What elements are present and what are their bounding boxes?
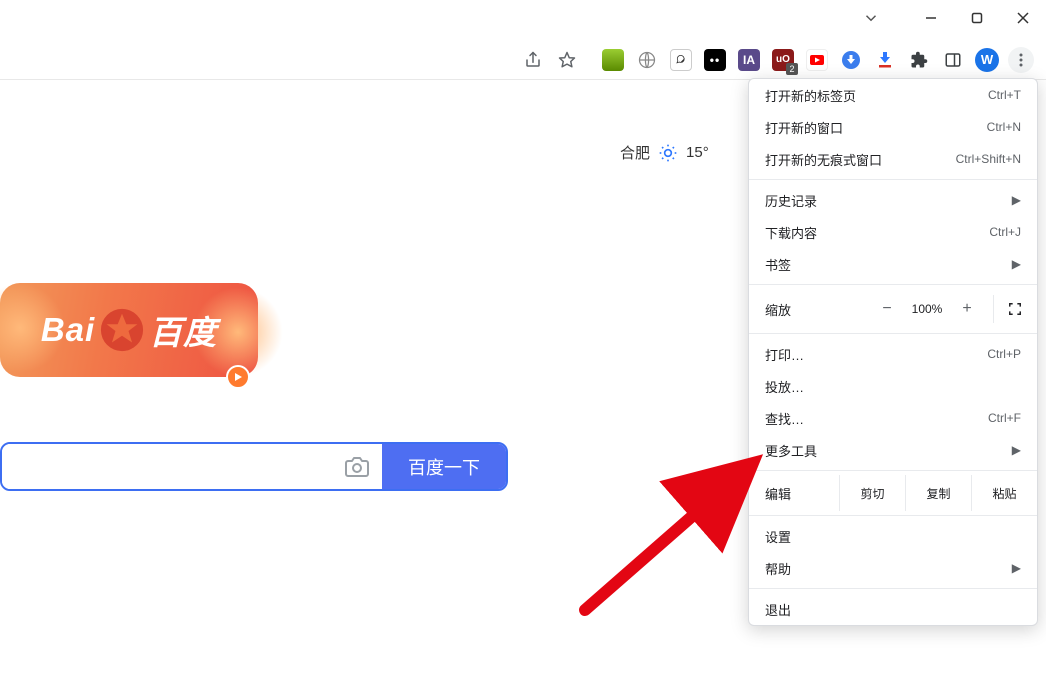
fullscreen-button[interactable] — [993, 295, 1025, 323]
side-panel-icon[interactable] — [940, 47, 966, 73]
browser-main-menu: 打开新的标签页 Ctrl+T 打开新的窗口 Ctrl+N 打开新的无痕式窗口 C… — [748, 78, 1038, 626]
profile-avatar[interactable]: W — [974, 47, 1000, 73]
extension-download-arrow-icon[interactable] — [872, 47, 898, 73]
menu-label: 帮助 — [765, 559, 791, 578]
menu-exit[interactable]: 退出 — [749, 593, 1037, 625]
menu-label: 打印… — [765, 345, 804, 364]
menu-label: 打开新的标签页 — [765, 86, 856, 105]
window-controls — [848, 0, 1046, 36]
menu-label: 设置 — [765, 527, 791, 546]
weather-temp: 15° — [686, 144, 709, 161]
menu-label: 下载内容 — [765, 223, 817, 242]
tab-dropdown-button[interactable] — [848, 0, 894, 36]
chevron-right-icon: ▶ — [1012, 561, 1021, 575]
edit-copy-button[interactable]: 复制 — [905, 475, 971, 511]
menu-label: 打开新的窗口 — [765, 118, 843, 137]
baidu-logo-left: Bai — [41, 311, 95, 349]
menu-new-tab[interactable]: 打开新的标签页 Ctrl+T — [749, 79, 1037, 111]
menu-shortcut: Ctrl+J — [989, 225, 1021, 239]
menu-new-window[interactable]: 打开新的窗口 Ctrl+N — [749, 111, 1037, 143]
menu-settings[interactable]: 设置 — [749, 520, 1037, 552]
menu-label: 投放… — [765, 377, 804, 396]
zoom-out-button[interactable]: − — [871, 295, 903, 323]
edit-paste-button[interactable]: 粘贴 — [971, 475, 1037, 511]
menu-zoom: 缩放 − 100% + — [749, 289, 1037, 329]
more-menu-button[interactable] — [1008, 47, 1034, 73]
menu-new-incognito[interactable]: 打开新的无痕式窗口 Ctrl+Shift+N — [749, 143, 1037, 175]
menu-help[interactable]: 帮助 ▶ — [749, 552, 1037, 584]
menu-label: 书签 — [765, 255, 791, 274]
menu-label: 编辑 — [749, 475, 839, 511]
search-bar: 百度一下 — [0, 442, 508, 491]
menu-separator — [749, 588, 1037, 589]
share-icon[interactable] — [520, 47, 546, 73]
extension-globe-icon[interactable] — [634, 47, 660, 73]
sun-icon — [658, 143, 678, 163]
zoom-value: 100% — [903, 302, 951, 316]
menu-separator — [749, 515, 1037, 516]
menu-label: 打开新的无痕式窗口 — [765, 150, 882, 169]
menu-separator — [749, 179, 1037, 180]
maximize-button[interactable] — [954, 0, 1000, 36]
menu-label: 退出 — [765, 600, 791, 619]
extension-ublock-icon[interactable]: uO2 — [770, 47, 796, 73]
extension-dots-icon[interactable]: •• — [702, 47, 728, 73]
extension-youtube-icon[interactable] — [804, 47, 830, 73]
extension-download-circle-icon[interactable] — [838, 47, 864, 73]
menu-downloads[interactable]: 下载内容 Ctrl+J — [749, 216, 1037, 248]
extensions-puzzle-icon[interactable] — [906, 47, 932, 73]
menu-find[interactable]: 查找… Ctrl+F — [749, 402, 1037, 434]
extension-chat-icon[interactable] — [668, 47, 694, 73]
menu-shortcut: Ctrl+F — [988, 411, 1021, 425]
baidu-logo[interactable]: Bai 百度 — [0, 283, 258, 377]
menu-separator — [749, 333, 1037, 334]
menu-separator — [749, 284, 1037, 285]
baidu-logo-right: 百度 — [149, 306, 217, 354]
weather-city: 合肥 — [620, 142, 650, 163]
menu-print[interactable]: 打印… Ctrl+P — [749, 338, 1037, 370]
menu-label: 查找… — [765, 409, 804, 428]
zoom-in-button[interactable]: + — [951, 295, 983, 323]
menu-cast[interactable]: 投放… — [749, 370, 1037, 402]
chevron-right-icon: ▶ — [1012, 257, 1021, 271]
chevron-right-icon: ▶ — [1012, 443, 1021, 457]
camera-icon[interactable] — [332, 444, 382, 489]
play-icon[interactable] — [226, 365, 250, 389]
menu-label: 历史记录 — [765, 191, 817, 210]
menu-label: 更多工具 — [765, 441, 817, 460]
minimize-button[interactable] — [908, 0, 954, 36]
bookmark-star-icon[interactable] — [554, 47, 580, 73]
menu-shortcut: Ctrl+N — [987, 120, 1021, 134]
menu-edit: 编辑 剪切 复制 粘贴 — [749, 475, 1037, 511]
browser-toolbar: •• IA uO2 W — [0, 40, 1046, 80]
weather-widget[interactable]: 合肥 15° — [620, 142, 709, 163]
star-icon — [99, 307, 145, 353]
menu-label: 缩放 — [765, 300, 871, 319]
chevron-right-icon: ▶ — [1012, 193, 1021, 207]
extension-gallery-icon[interactable] — [600, 47, 626, 73]
menu-bookmarks[interactable]: 书签 ▶ — [749, 248, 1037, 280]
extension-ia-icon[interactable]: IA — [736, 47, 762, 73]
close-window-button[interactable] — [1000, 0, 1046, 36]
extension-badge: 2 — [786, 63, 798, 75]
menu-more-tools[interactable]: 更多工具 ▶ — [749, 434, 1037, 466]
menu-shortcut: Ctrl+P — [987, 347, 1021, 361]
menu-separator — [749, 470, 1037, 471]
search-button[interactable]: 百度一下 — [382, 444, 506, 489]
menu-shortcut: Ctrl+T — [988, 88, 1021, 102]
search-input[interactable] — [2, 444, 332, 489]
menu-shortcut: Ctrl+Shift+N — [956, 152, 1021, 166]
menu-history[interactable]: 历史记录 ▶ — [749, 184, 1037, 216]
edit-cut-button[interactable]: 剪切 — [839, 475, 905, 511]
